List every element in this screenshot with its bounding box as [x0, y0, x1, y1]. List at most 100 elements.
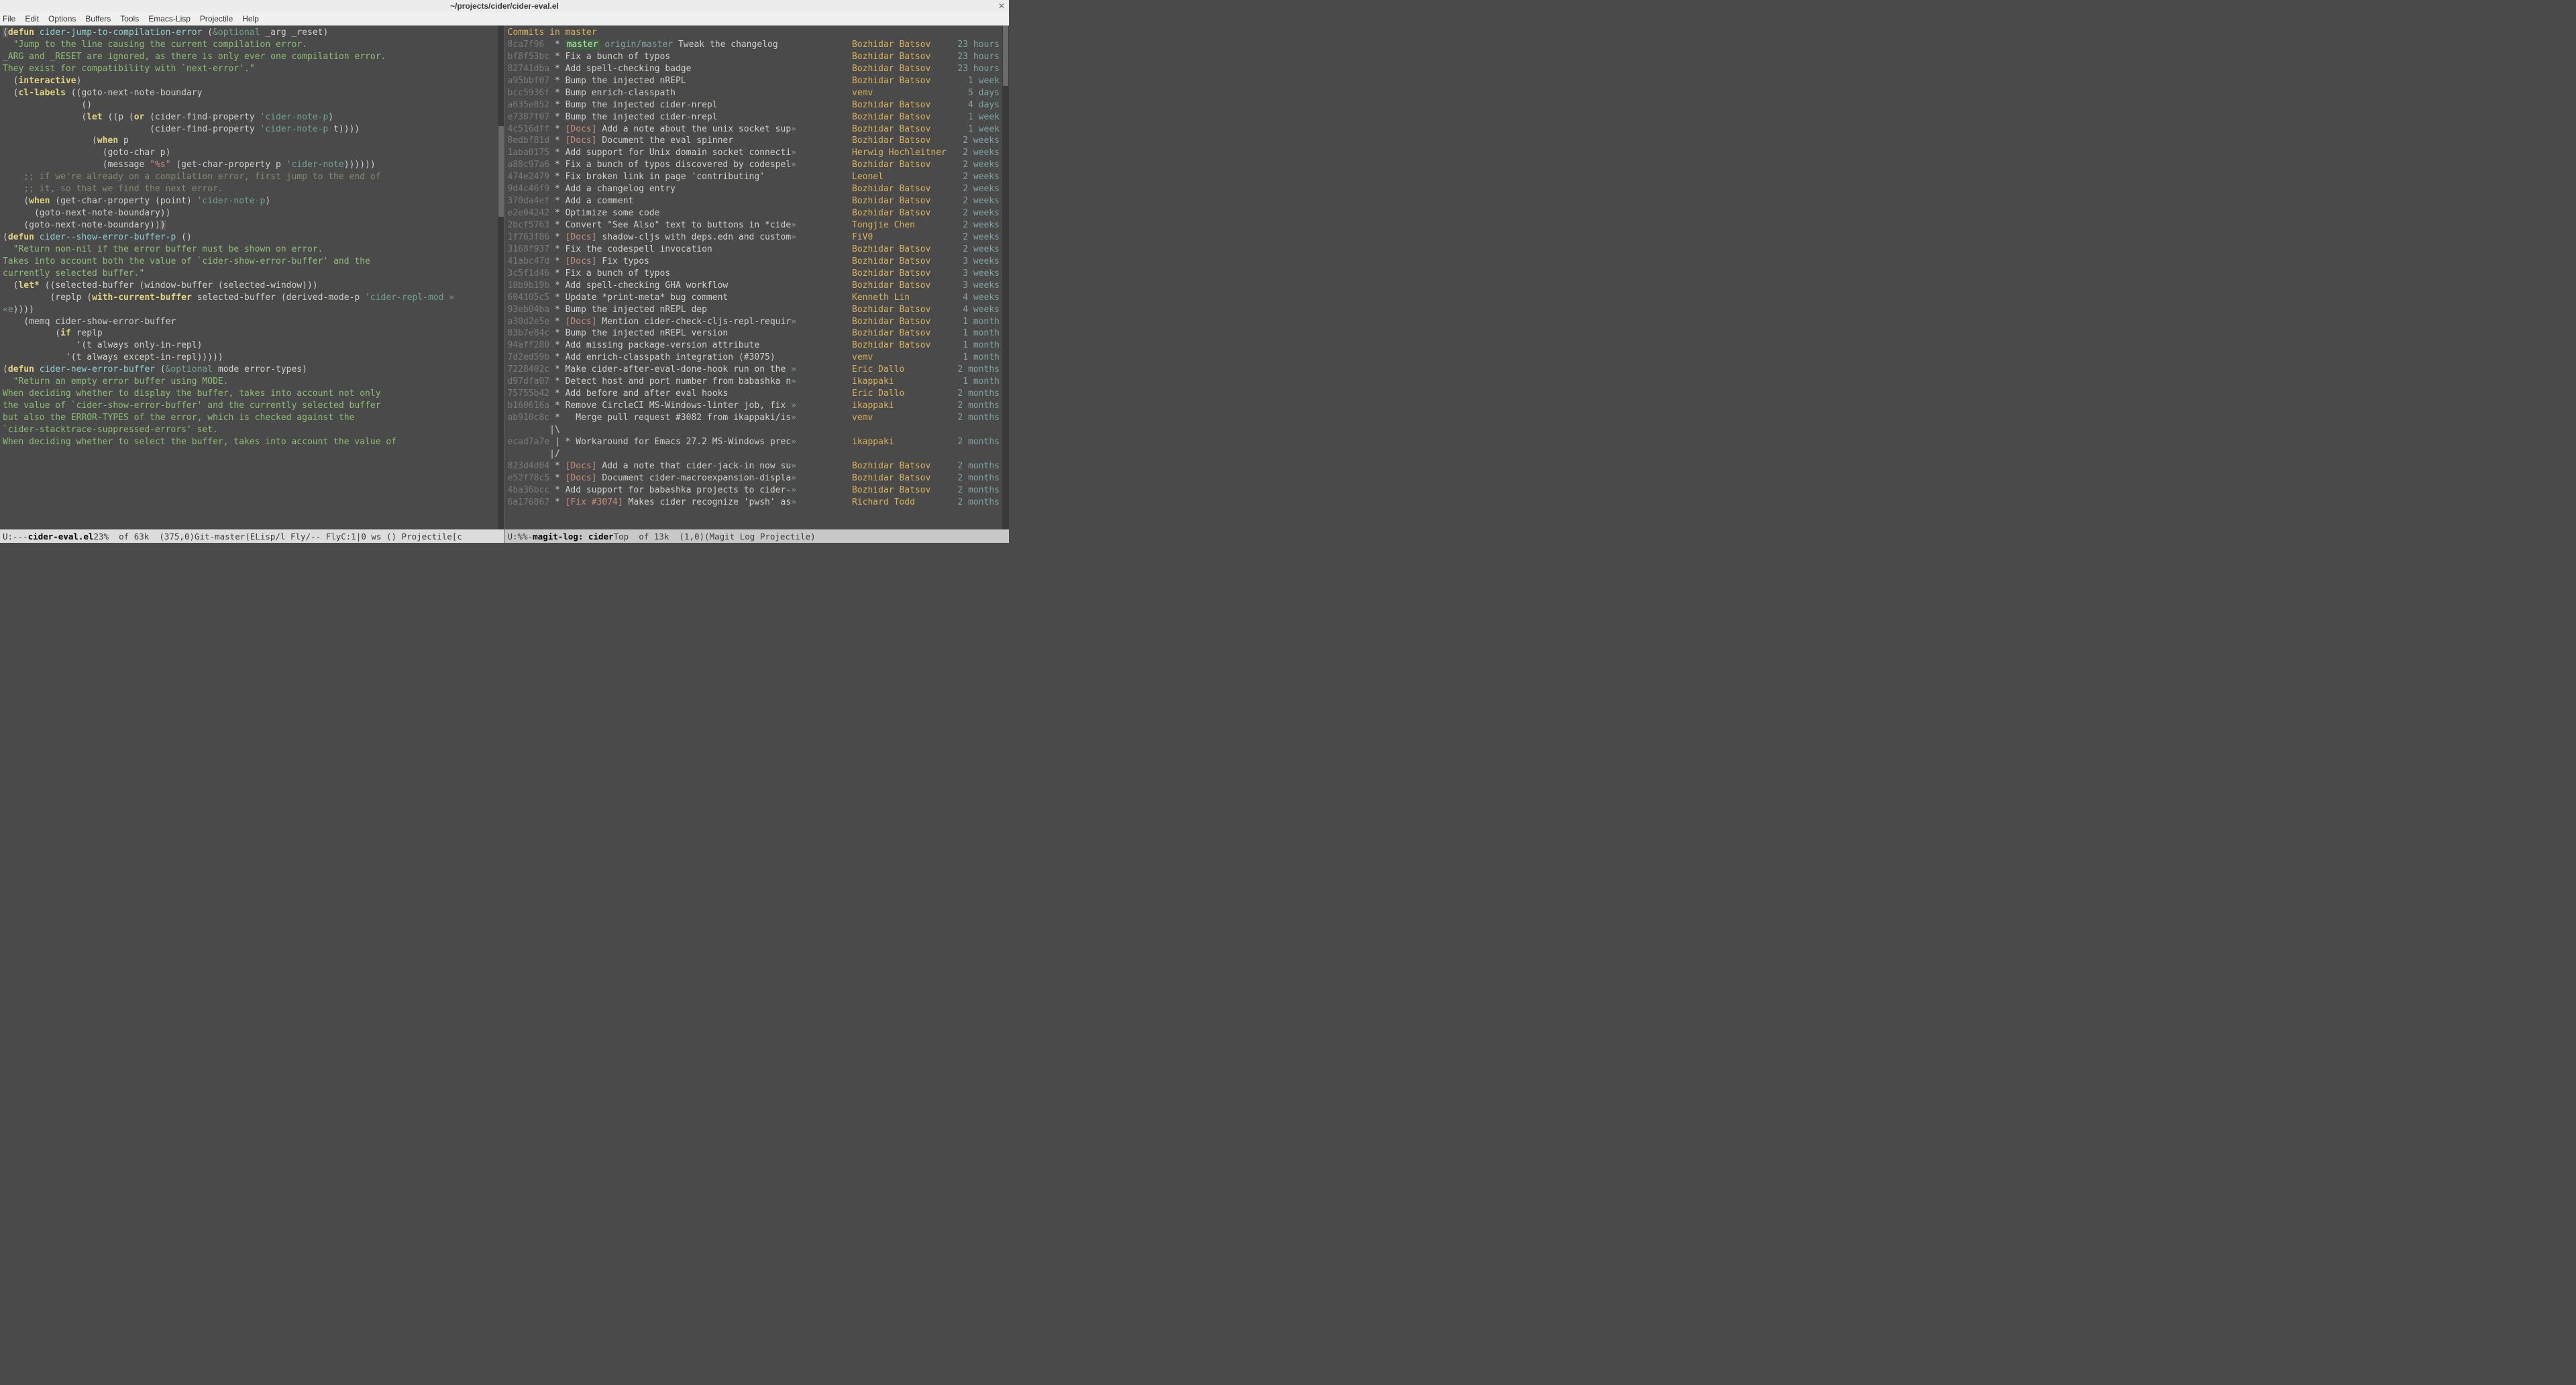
commit-row[interactable]: 93eb04ba * Bump the injected nREPL depBo… [508, 304, 1007, 316]
commit-row[interactable]: a635e852 * Bump the injected cider-nrepl… [508, 99, 1007, 111]
menu-edit[interactable]: Edit [25, 14, 39, 23]
code-line: "Return an empty error buffer using MODE… [3, 376, 502, 388]
commit-row[interactable]: 3c5f1d46 * Fix a bunch of typosBozhidar … [508, 268, 1007, 280]
code-line: _ARG and _RESET are ignored, as there is… [3, 51, 502, 63]
code-line: (when p [3, 135, 502, 147]
code-line: (when (get-char-property (point) 'cider-… [3, 195, 502, 207]
code-line: When deciding whether to display the buf… [3, 388, 502, 400]
menu-file[interactable]: File [3, 14, 15, 23]
magit-section-header[interactable]: Commits in master [508, 27, 1007, 39]
commit-row[interactable]: 4c516dff * [Docs] Add a note about the u… [508, 123, 1007, 136]
code-line: (if replp [3, 327, 502, 340]
code-line: (cl-labels ((goto-next-note-boundary [3, 87, 502, 99]
modeline-left[interactable]: U:--- cider-eval.el 23% of 63k (375,0) G… [0, 529, 504, 543]
code-line: (goto-char p) [3, 147, 502, 159]
commit-row[interactable]: 7228402c * Make cider-after-eval-done-ho… [508, 364, 1007, 376]
commit-row[interactable]: 370da4ef * Add a commentBozhidar Batsov2… [508, 195, 1007, 207]
commit-row[interactable]: 83b7e84c * Bump the injected nREPL versi… [508, 327, 1007, 340]
commit-row[interactable]: 1f763f86 * [Docs] shadow-cljs with deps.… [508, 232, 1007, 244]
code-line: (memq cider-show-error-buffer [3, 316, 502, 328]
commit-row[interactable]: 75755b42 * Add before and after eval hoo… [508, 388, 1007, 400]
modeline-buffer-name: magit-log: cider [533, 531, 613, 542]
code-line: ;; it, so that we find the next error. [3, 183, 502, 195]
commit-row[interactable]: 8edbf81d * [Docs] Document the eval spin… [508, 135, 1007, 147]
code-line: currently selected buffer." [3, 268, 502, 280]
code-line: (let ((p (or (cider-find-property 'cider… [3, 111, 502, 123]
code-line: (message "%s" (get-char-property p 'cide… [3, 159, 502, 171]
code-line: "Return non-nil if the error buffer must… [3, 244, 502, 256]
code-line: (defun cider-jump-to-compilation-error (… [3, 27, 502, 39]
commit-row[interactable]: 3168f937 * Fix the codespell invocationB… [508, 244, 1007, 256]
commit-row[interactable]: 94aff280 * Add missing package-version a… [508, 340, 1007, 352]
code-line: "Jump to the line causing the current co… [3, 39, 502, 51]
commit-row[interactable]: 4ba36bcc * Add support for babashka proj… [508, 484, 1007, 497]
code-line: (replp (with-current-buffer selected-buf… [3, 292, 502, 304]
commit-row[interactable]: b160616a * Remove CircleCI MS-Windows-li… [508, 400, 1007, 412]
commit-graph-line: |/ [508, 448, 1007, 460]
code-line: () [3, 99, 502, 111]
commit-graph-line: |\ [508, 424, 1007, 436]
commit-row[interactable]: a30d2e5e * [Docs] Mention cider-check-cl… [508, 316, 1007, 328]
code-line: (interactive) [3, 75, 502, 87]
code-line: (defun cider-new-error-buffer (&optional… [3, 364, 502, 376]
commit-row[interactable]: bcc5936f * Bump enrich-classpathvemv5 da… [508, 87, 1007, 99]
code-line: (goto-next-note-boundary))) [3, 219, 502, 232]
left-pane: (defun cider-jump-to-compilation-error (… [0, 25, 505, 543]
close-icon[interactable]: ✕ [998, 1, 1005, 11]
modeline-status: U:--- [3, 531, 28, 542]
commit-row[interactable]: bf8f53bc * Fix a bunch of typosBozhidar … [508, 51, 1007, 63]
code-line: '(t always only-in-repl) [3, 340, 502, 352]
window-titlebar: ~/projects/cider/cider-eval.el ✕ [0, 0, 1009, 12]
commit-row[interactable]: 82741dba * Add spell-checking badgeBozhi… [508, 63, 1007, 75]
commit-row[interactable]: 9d4c46f9 * Add a changelog entryBozhidar… [508, 183, 1007, 195]
menu-options[interactable]: Options [48, 14, 76, 23]
commit-row[interactable]: e7387f07 * Bump the injected cider-nrepl… [508, 111, 1007, 123]
workspace: (defun cider-jump-to-compilation-error (… [0, 25, 1009, 543]
code-line: «e)))) [3, 304, 502, 316]
commit-row[interactable]: e2e04242 * Optimize some codeBozhidar Ba… [508, 207, 1007, 219]
modeline-modes: (ELisp/l Fly/-- FlyC:1|0 ws () Projectil… [245, 531, 462, 542]
commit-row[interactable]: 6a176867 * [Fix #3074] Makes cider recog… [508, 497, 1007, 509]
modeline-buffer-name: cider-eval.el [28, 531, 94, 542]
code-line: the value of `cider-show-error-buffer' a… [3, 400, 502, 412]
code-line: `cider-stacktrace-suppressed-errors' set… [3, 424, 502, 436]
window-title: ~/projects/cider/cider-eval.el [450, 1, 559, 11]
code-line: ;; if we're already on a compilation err… [3, 171, 502, 183]
menu-projectile[interactable]: Projectile [200, 14, 233, 23]
commit-row[interactable]: 474e2479 * Fix broken link in page 'cont… [508, 171, 1007, 183]
commit-row[interactable]: a95bbf07 * Bump the injected nREPLBozhid… [508, 75, 1007, 87]
menu-buffers[interactable]: Buffers [85, 14, 111, 23]
commit-row[interactable]: 8ca7f96 * master origin/master Tweak the… [508, 39, 1007, 51]
menu-help[interactable]: Help [242, 14, 259, 23]
commit-row[interactable]: 1aba0175 * Add support for Unix domain s… [508, 147, 1007, 159]
commit-row[interactable]: 604105c5 * Update *print-meta* bug comme… [508, 292, 1007, 304]
code-line: (cider-find-property 'cider-note-p t)))) [3, 123, 502, 136]
commit-row[interactable]: 823d4d04 * [Docs] Add a note that cider-… [508, 460, 1007, 472]
modeline-right[interactable]: U:%%- magit-log: cider Top of 13k (1,0) … [505, 529, 1010, 543]
commit-row[interactable]: 10b9b19b * Add spell-checking GHA workfl… [508, 280, 1007, 292]
code-line: (goto-next-note-boundary)) [3, 207, 502, 219]
scrollbar-thumb[interactable] [1003, 25, 1008, 86]
code-line: '(t always except-in-repl))))) [3, 352, 502, 364]
source-buffer[interactable]: (defun cider-jump-to-compilation-error (… [0, 25, 504, 529]
commit-row[interactable]: ab910c8c * Merge pull request #3082 from… [508, 412, 1007, 424]
menu-emacs-lisp[interactable]: Emacs-Lisp [148, 14, 191, 23]
scrollbar-right[interactable] [1002, 25, 1009, 529]
commit-row[interactable]: e52f78c5 * [Docs] Document cider-macroex… [508, 472, 1007, 484]
code-line: When deciding whether to select the buff… [3, 436, 502, 448]
commit-row[interactable]: 2bcf5763 * Convert "See Also" text to bu… [508, 219, 1007, 232]
commit-row[interactable]: 41abc47d * [Docs] Fix typosBozhidar Bats… [508, 256, 1007, 268]
scrollbar-left[interactable] [498, 25, 504, 529]
modeline-modes: (Magit Log Projectile) [704, 531, 816, 542]
modeline-vcs: Git-master [195, 531, 245, 542]
code-line: (defun cider--show-error-buffer-p () [3, 232, 502, 244]
commit-row[interactable]: a88c97a6 * Fix a bunch of typos discover… [508, 159, 1007, 171]
magit-log-buffer[interactable]: Commits in master8ca7f96 * master origin… [505, 25, 1010, 529]
commit-row[interactable]: 7d2ed59b * Add enrich-classpath integrat… [508, 352, 1007, 364]
code-line: They exist for compatibility with `next-… [3, 63, 502, 75]
scrollbar-thumb[interactable] [498, 126, 504, 217]
menu-tools[interactable]: Tools [120, 14, 139, 23]
commit-row[interactable]: d97dfa07 * Detect host and port number f… [508, 376, 1007, 388]
commit-row[interactable]: ecad7a7e | * Workaround for Emacs 27.2 M… [508, 436, 1007, 448]
code-line: (let* ((selected-buffer (window-buffer (… [3, 280, 502, 292]
